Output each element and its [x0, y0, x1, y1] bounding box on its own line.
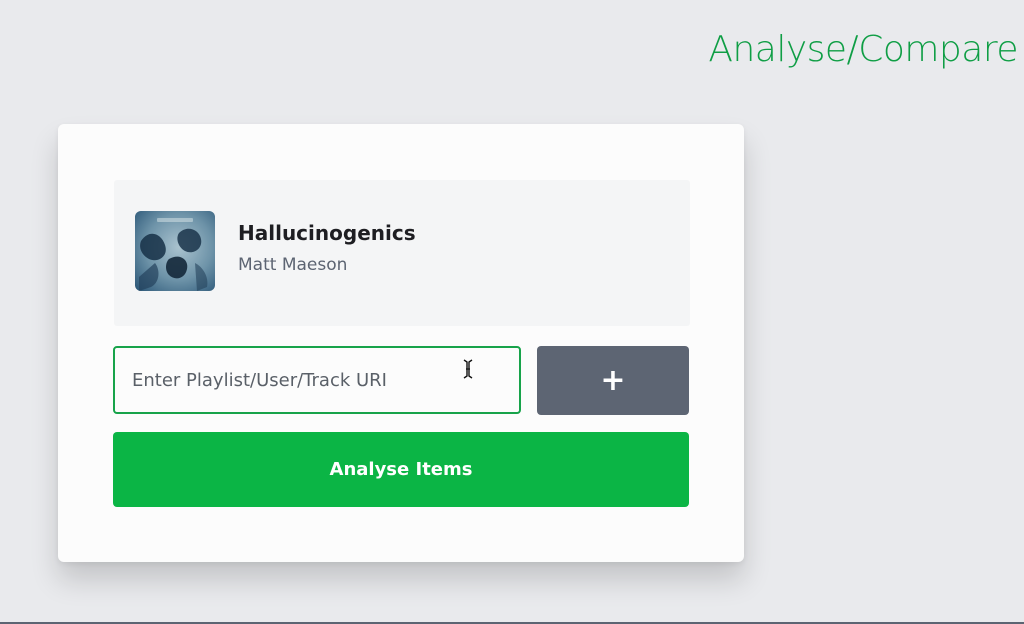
album-art-image — [135, 211, 215, 291]
selected-items-panel: Hallucinogenics Matt Maeson — [114, 180, 690, 326]
list-item[interactable]: Hallucinogenics Matt Maeson — [135, 211, 416, 291]
analyse-items-button[interactable]: Analyse Items — [113, 432, 689, 507]
analyse-card: Hallucinogenics Matt Maeson + Analyse It… — [58, 124, 744, 562]
track-info: Hallucinogenics Matt Maeson — [238, 220, 416, 276]
page-title: Analyse/Compare — [708, 29, 1018, 70]
add-item-button[interactable]: + — [537, 346, 689, 415]
uri-input[interactable] — [113, 346, 521, 414]
track-title: Hallucinogenics — [238, 221, 416, 245]
track-artist: Matt Maeson — [238, 255, 348, 275]
